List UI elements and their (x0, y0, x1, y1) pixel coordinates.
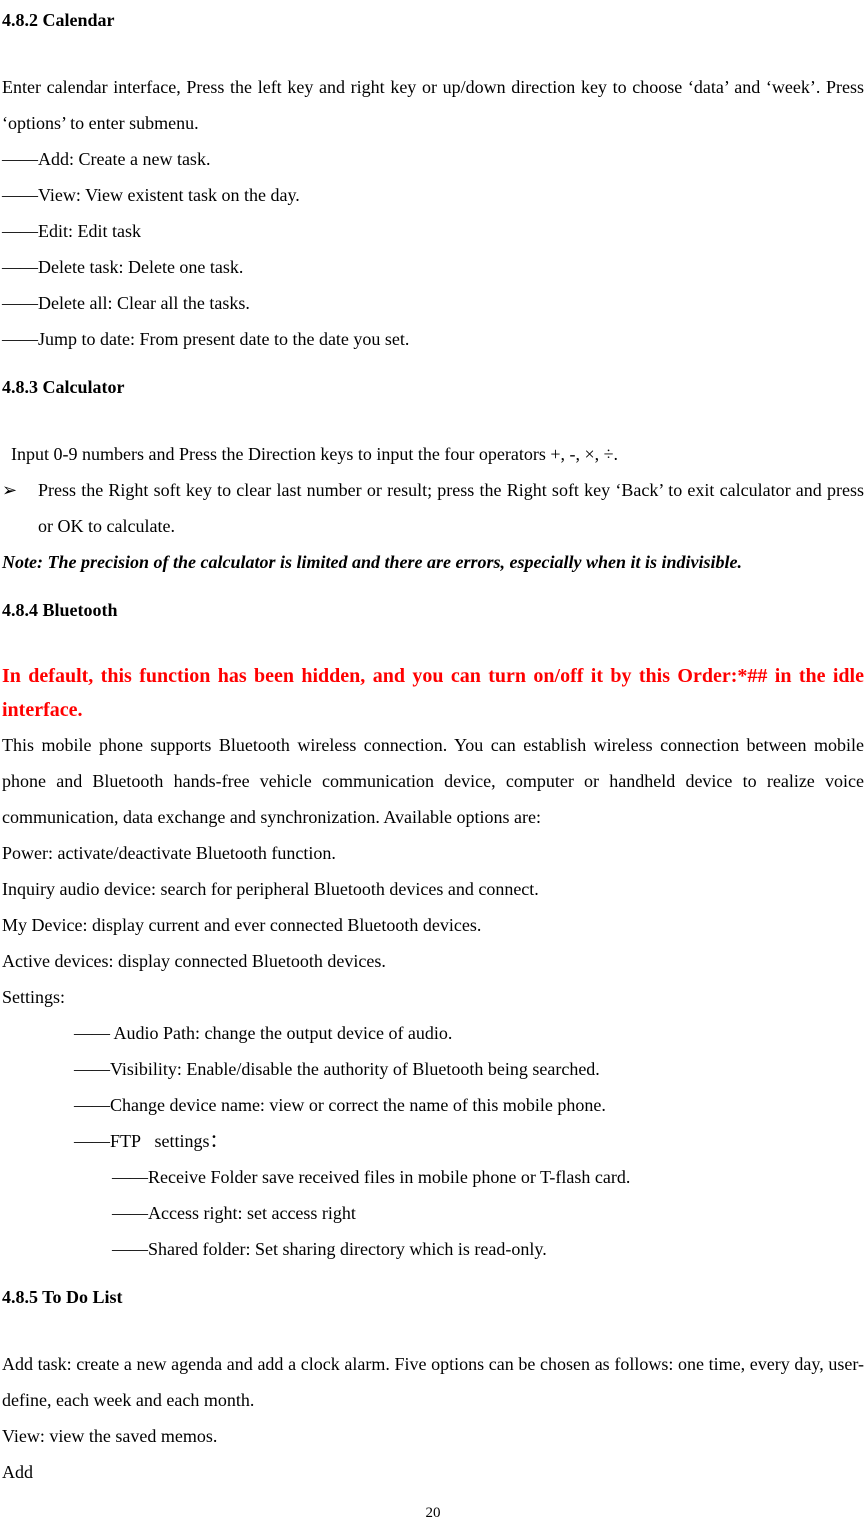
line-receive-folder: ——Receive Folder save received files in … (2, 1159, 864, 1195)
bullet-483-press: ➢ Press the Right soft key to clear last… (2, 472, 864, 544)
heading-483-calculator: 4.8.3 Calculator (2, 377, 864, 398)
para-482-intro: Enter calendar interface, Press the left… (2, 69, 864, 141)
heading-484-bluetooth: 4.8.4 Bluetooth (2, 600, 864, 621)
line-483-input: Input 0-9 numbers and Press the Directio… (2, 436, 864, 472)
spacer (2, 1326, 864, 1346)
line-visibility: ——Visibility: Enable/disable the authori… (2, 1051, 864, 1087)
spacer (2, 49, 864, 69)
line-add: ——Add: Create a new task. (2, 141, 864, 177)
line-my-device: My Device: display current and ever conn… (2, 907, 864, 943)
line-view: ——View: View existent task on the day. (2, 177, 864, 213)
arrow-bullet-icon: ➢ (2, 472, 38, 544)
spacer (2, 1267, 864, 1287)
line-delete-all: ——Delete all: Clear all the tasks. (2, 285, 864, 321)
line-access-right: ——Access right: set access right (2, 1195, 864, 1231)
line-audio-path: —— Audio Path: change the output device … (2, 1015, 864, 1051)
line-ftp-settings: ——FTP settings： (2, 1123, 864, 1159)
line-change-device-name: ——Change device name: view or correct th… (2, 1087, 864, 1123)
line-jump-to-date: ——Jump to date: From present date to the… (2, 321, 864, 357)
page-number: 20 (0, 1505, 866, 1522)
line-power: Power: activate/deactivate Bluetooth fun… (2, 835, 864, 871)
line-485-view: View: view the saved memos. (2, 1418, 864, 1454)
para-485-addtask: Add task: create a new agenda and add a … (2, 1346, 864, 1418)
note-483: Note: The precision of the calculator is… (2, 544, 864, 580)
heading-485-todolist: 4.8.5 To Do List (2, 1287, 864, 1308)
line-485-add: Add (2, 1454, 864, 1490)
heading-482-calendar: 4.8.2 Calendar (2, 10, 864, 31)
document-page: 4.8.2 Calendar Enter calendar interface,… (0, 0, 866, 1530)
line-inquiry-audio: Inquiry audio device: search for periphe… (2, 871, 864, 907)
bullet-483-text: Press the Right soft key to clear last n… (38, 472, 864, 544)
line-shared-folder: ——Shared folder: Set sharing directory w… (2, 1231, 864, 1267)
line-delete-task: ——Delete task: Delete one task. (2, 249, 864, 285)
line-edit: ——Edit: Edit task (2, 213, 864, 249)
spacer (2, 416, 864, 436)
spacer (2, 639, 864, 659)
red-484-notice: In default, this function has been hidde… (2, 659, 864, 727)
spacer (2, 357, 864, 377)
line-active-devices: Active devices: display connected Blueto… (2, 943, 864, 979)
para-484-intro: This mobile phone supports Bluetooth wir… (2, 727, 864, 835)
spacer (2, 580, 864, 600)
line-settings: Settings: (2, 979, 864, 1015)
